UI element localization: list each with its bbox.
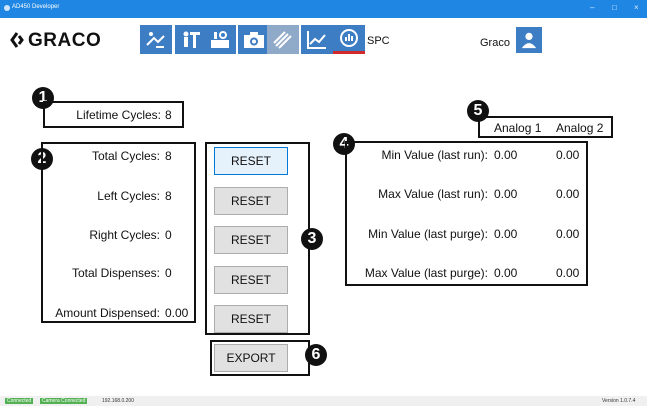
user-icon [521,32,537,49]
minimize-button[interactable]: – [590,3,594,12]
left-cycles-label: Left Cycles: [97,189,160,203]
amount-dispensed-value: 0.00 [165,306,189,320]
close-button[interactable]: × [634,3,639,12]
max-last-purge-a2: 0.00 [556,266,580,280]
nav-operator[interactable] [175,25,207,54]
total-cycles-label: Total Cycles: [91,149,160,163]
active-screen-label: SPC [367,35,390,47]
lifetime-label: Lifetime Cycles: [76,108,161,122]
version-label: Version 1.0.7.4 [602,398,636,404]
max-last-run-a2: 0.00 [556,187,580,201]
max-last-purge-a1: 0.00 [494,266,518,280]
right-cycles-value: 0 [165,228,172,242]
max-last-purge-label: Max Value (last purge): [364,266,488,280]
total-dispenses-value: 0 [165,266,172,280]
total-dispenses-label: Total Dispenses: [71,266,160,280]
right-cycles-label: Right Cycles: [89,228,160,242]
export-button[interactable]: EXPORT [214,344,288,372]
status-bar: Connected Camera Connected 192.168.0.200… [0,396,647,406]
reset-right-cycles-button[interactable]: RESET [214,226,288,254]
title-bar: AD450 Developer – □ × [0,0,647,18]
reset-total-dispenses-button[interactable]: RESET [214,266,288,294]
spc-icon [340,29,358,47]
nav-camera[interactable] [238,25,270,54]
material-icon [273,30,292,49]
user-button[interactable] [516,27,542,53]
reset-amount-dispensed-button[interactable]: RESET [214,305,288,333]
min-last-run-a1: 0.00 [494,148,518,162]
callout-3: 3 [301,228,323,250]
min-last-purge-label: Min Value (last purge): [368,227,488,241]
nav-chart[interactable] [301,25,333,54]
max-last-run-label: Max Value (last run): [378,187,488,201]
reset-left-cycles-button[interactable]: RESET [214,187,288,215]
maximize-button[interactable]: □ [612,3,617,12]
camera-status: Camera Connected [40,398,88,404]
left-cycles-value: 8 [165,189,172,203]
analog-2-header: Analog 2 [556,121,604,135]
nav-spray-gun[interactable] [140,25,172,54]
graco-logo-icon [10,32,24,48]
logo-text: GRACO [28,30,102,51]
app-icon [4,5,10,11]
analog-values-box [345,141,588,286]
nav-material[interactable] [267,25,299,54]
user-name[interactable]: Graco [480,37,510,49]
total-cycles-value: 8 [165,149,172,163]
connected-status: Connected [5,398,34,404]
ip-address: 192.168.0.200 [102,398,134,404]
nav-spc[interactable] [333,25,365,54]
spray-gun-icon [146,31,165,48]
amount-dispensed-label: Amount Dispensed: [55,306,160,320]
lifetime-value: 8 [165,108,172,122]
operator-icon [183,31,200,48]
min-last-run-label: Min Value (last run): [381,148,488,162]
camera-icon [244,31,264,48]
min-last-purge-a2: 0.00 [556,227,580,241]
min-last-run-a2: 0.00 [556,148,580,162]
dispense-settings-icon [211,30,229,48]
min-last-purge-a1: 0.00 [494,227,518,241]
chart-icon [307,30,326,49]
analog-1-header: Analog 1 [494,121,542,135]
graco-logo: GRACO [9,30,101,52]
reset-total-cycles-button[interactable]: RESET [214,147,288,175]
max-last-run-a1: 0.00 [494,187,518,201]
nav-dispense-settings[interactable] [204,25,236,54]
window-title: AD450 Developer [12,4,60,10]
callout-6: 6 [305,344,327,366]
